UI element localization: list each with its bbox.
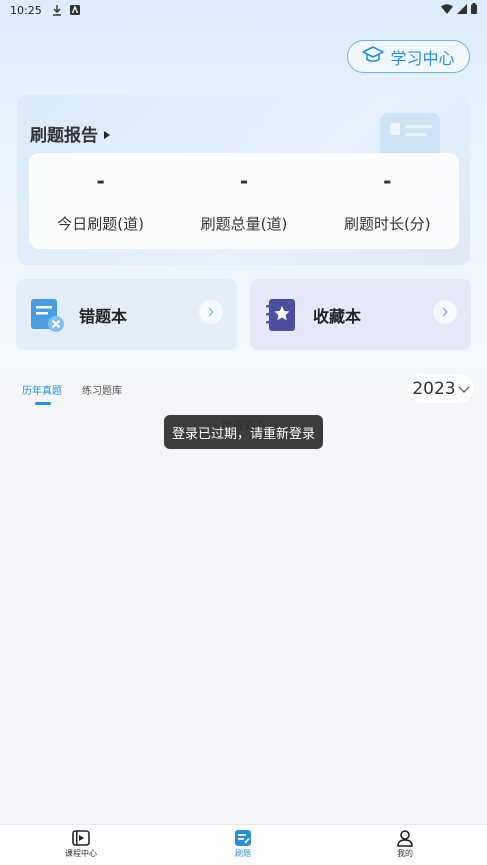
- report-card: 刷题报告 - 今日刷题(道) - 刷题总量(道) - 刷题时长(分): [17, 95, 470, 265]
- stat-today: - 今日刷题(道): [29, 153, 172, 249]
- nav-item-practice[interactable]: 刷题: [213, 829, 273, 859]
- stat-duration: - 刷题时长(分): [316, 153, 459, 249]
- nav-label: 刷题: [235, 849, 251, 858]
- learn-center-label: 学习中心: [390, 48, 455, 68]
- status-icons: [441, 3, 477, 17]
- app-notification-icon: [69, 5, 80, 15]
- user-icon: [375, 829, 435, 847]
- bottom-nav: 课程中心 刷题 我的: [0, 824, 487, 865]
- tab-past-papers[interactable]: 历年真题: [22, 382, 62, 397]
- wrong-book-label: 错题本: [79, 306, 128, 326]
- battery-icon: [471, 3, 477, 17]
- report-title[interactable]: 刷题报告: [30, 121, 110, 146]
- tab-practice-bank[interactable]: 练习题库: [82, 382, 122, 397]
- stat-label: 刷题总量(道): [200, 215, 288, 233]
- stat-value: -: [96, 169, 105, 193]
- edit-icon: [213, 829, 273, 847]
- favorite-book-button[interactable]: 收藏本: [250, 279, 471, 350]
- stat-value: -: [383, 169, 392, 193]
- favorite-book-label: 收藏本: [313, 306, 362, 326]
- graduation-cap-icon: [362, 45, 385, 68]
- status-bar: 10:25: [0, 0, 487, 20]
- active-tab-indicator: [35, 402, 51, 405]
- caret-right-icon: [104, 124, 110, 144]
- stats-panel: - 今日刷题(道) - 刷题总量(道) - 刷题时长(分): [29, 153, 459, 249]
- nav-item-profile[interactable]: 我的: [375, 829, 435, 859]
- stat-label: 今日刷题(道): [57, 215, 145, 233]
- favorite-book-icon: [266, 298, 295, 331]
- nav-label: 课程中心: [65, 849, 97, 858]
- nav-item-courses[interactable]: 课程中心: [51, 829, 111, 859]
- report-illustration-icon: [380, 113, 440, 157]
- wifi-icon: [441, 3, 453, 17]
- chevron-down-icon: [458, 379, 470, 399]
- nav-label: 我的: [397, 849, 413, 858]
- wrong-book-icon: [31, 298, 64, 332]
- year-select[interactable]: 2023: [408, 374, 474, 403]
- stat-value: -: [239, 169, 249, 193]
- stat-total: - 刷题总量(道): [172, 153, 315, 249]
- report-title-label: 刷题报告: [30, 126, 98, 146]
- chevron-right-icon: [433, 300, 457, 324]
- download-icon: [52, 4, 62, 16]
- toast-message: 登录已过期，请重新登录: [164, 415, 323, 449]
- wrong-book-button[interactable]: 错题本: [16, 279, 237, 350]
- stat-label: 刷题时长(分): [343, 215, 431, 233]
- chevron-right-icon: [199, 300, 223, 324]
- signal-icon: [457, 3, 467, 17]
- learn-center-button[interactable]: 学习中心: [347, 40, 470, 73]
- video-icon: [51, 829, 111, 847]
- year-select-value: 2023: [412, 378, 456, 399]
- status-time: 10:25: [10, 3, 42, 17]
